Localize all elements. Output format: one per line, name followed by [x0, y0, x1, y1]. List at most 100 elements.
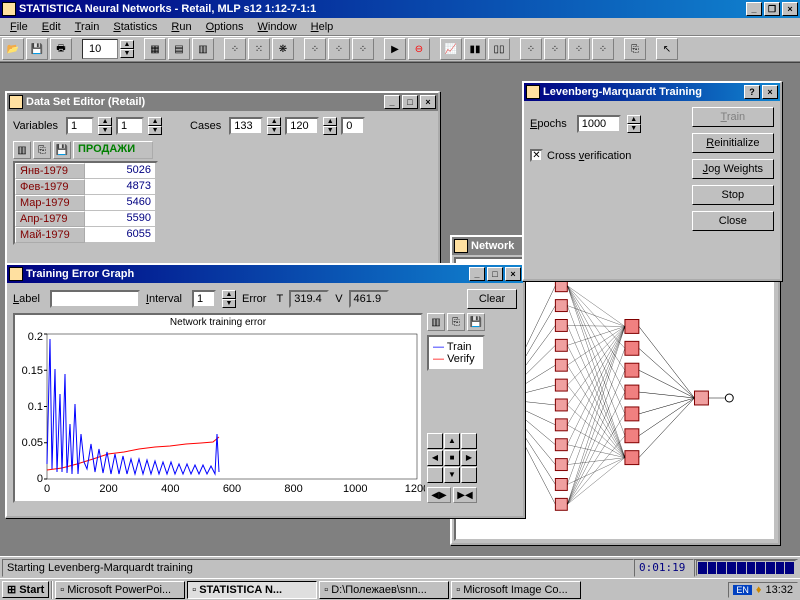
tool-save-icon[interactable]: 💾	[26, 38, 48, 60]
row-value[interactable]: 6055	[85, 227, 156, 243]
lm-close-button[interactable]: ×	[762, 85, 778, 99]
tg-max-button[interactable]: □	[487, 267, 503, 281]
reinitialize-button[interactable]: Reinitialize	[692, 133, 774, 153]
tg-min-button[interactable]: _	[469, 267, 485, 281]
tool-print-icon[interactable]: 🖶	[50, 38, 72, 60]
lm-training-window[interactable]: Levenberg-Marquardt Training ? × Epochs …	[522, 81, 782, 281]
cases1-field[interactable]: 133	[229, 117, 263, 135]
menu-edit[interactable]: Edit	[36, 20, 67, 34]
cases2-field[interactable]: 120	[285, 117, 319, 135]
dataset-close-button[interactable]: ×	[420, 95, 436, 109]
table-row[interactable]: Май-19796055	[15, 227, 156, 243]
tool-export-icon[interactable]: ⎘	[624, 38, 646, 60]
tool-nodes4-icon[interactable]: ⁘	[592, 38, 614, 60]
tool-bar-icon[interactable]: ▮▮	[464, 38, 486, 60]
tool-run-icon[interactable]: ▶	[384, 38, 406, 60]
menu-options[interactable]: Options	[200, 20, 250, 34]
interval-spinner[interactable]: ▲▼	[222, 290, 236, 308]
toolbar-spinner-field[interactable]: 10	[82, 39, 118, 59]
chart-tool1-icon[interactable]: ▥	[427, 313, 445, 331]
tool-open-icon[interactable]: 📂	[2, 38, 24, 60]
menu-train[interactable]: Train	[69, 20, 106, 34]
tool-line-icon[interactable]: 📈	[440, 38, 462, 60]
dataset-max-button[interactable]: □	[402, 95, 418, 109]
row-value[interactable]: 4873	[85, 179, 156, 195]
restore-button[interactable]: ❐	[764, 2, 780, 16]
tool-grid-icon[interactable]: ▦	[144, 38, 166, 60]
taskbar-item[interactable]: ▫Microsoft Image Co...	[451, 581, 581, 599]
close-button-lm[interactable]: Close	[692, 211, 774, 231]
lm-help-button[interactable]: ?	[744, 85, 760, 99]
training-graph-titlebar[interactable]: Training Error Graph _ □ ×	[7, 265, 523, 283]
tg-close-button[interactable]: ×	[505, 267, 521, 281]
tool-nodes1-icon[interactable]: ⁘	[520, 38, 542, 60]
tool-cluster3-icon[interactable]: ⁘	[352, 38, 374, 60]
chart-tool3-icon[interactable]: 💾	[467, 313, 485, 331]
interval-field[interactable]: 1	[192, 290, 216, 308]
clear-button[interactable]: Clear	[467, 289, 517, 309]
tool-net-icon[interactable]: ❋	[272, 38, 294, 60]
row-value[interactable]: 5026	[85, 163, 156, 179]
dataset-editor-window[interactable]: Data Set Editor (Retail) _ □ × Variables…	[5, 91, 440, 271]
tool-stop-icon[interactable]: ⊖	[408, 38, 430, 60]
grid-col-header[interactable]: ПРОДАЖИ	[73, 141, 153, 159]
tool-data-icon[interactable]: ▥	[192, 38, 214, 60]
dataset-titlebar[interactable]: Data Set Editor (Retail) _ □ ×	[7, 93, 438, 111]
label-field[interactable]	[50, 290, 140, 308]
table-row[interactable]: Янв-19795026	[15, 163, 156, 179]
jog-weights-button[interactable]: Jog Weights	[692, 159, 774, 179]
training-graph-window[interactable]: Training Error Graph _ □ × Label Interva…	[5, 263, 525, 518]
cases3-field[interactable]: 0	[341, 117, 365, 135]
cross-verify-checkbox[interactable]: ✕	[530, 149, 543, 162]
tool-hist-icon[interactable]: ▯▯	[488, 38, 510, 60]
stop-button[interactable]: Stop	[692, 185, 774, 205]
epochs-spinner[interactable]: ▲▼	[627, 115, 641, 133]
var1-spinner[interactable]: ▲▼	[98, 117, 112, 135]
var2-field[interactable]: 1	[116, 117, 144, 135]
epochs-field[interactable]: 1000	[577, 115, 621, 133]
menu-help[interactable]: Help	[305, 20, 340, 34]
menu-window[interactable]: Window	[252, 20, 303, 34]
taskbar-item[interactable]: ▫Microsoft PowerPoi...	[55, 581, 185, 599]
ds-tool3-icon[interactable]: 💾	[53, 141, 71, 159]
cases1-spinner[interactable]: ▲▼	[267, 117, 281, 135]
nav-pad[interactable]: ▲ ◀■▶ ▼	[427, 433, 485, 483]
close-button[interactable]: ×	[782, 2, 798, 16]
tool-cluster1-icon[interactable]: ⁘	[304, 38, 326, 60]
table-row[interactable]: Апр-19795590	[15, 211, 156, 227]
data-grid[interactable]: Янв-19795026Фев-19794873Мар-19795460Апр-…	[13, 161, 158, 245]
tool-scatter2-icon[interactable]: ⁙	[248, 38, 270, 60]
lm-titlebar[interactable]: Levenberg-Marquardt Training ? ×	[524, 83, 780, 101]
start-button[interactable]: ⊞ Start	[2, 581, 49, 598]
tool-pointer-icon[interactable]: ↖	[656, 38, 678, 60]
menu-statistics[interactable]: Statistics	[107, 20, 163, 34]
cases2-spinner[interactable]: ▲▼	[323, 117, 337, 135]
zoom-in-button[interactable]: ▶◀	[453, 487, 477, 503]
train-button[interactable]: Train	[692, 107, 774, 127]
tool-nodes3-icon[interactable]: ⁘	[568, 38, 590, 60]
lang-indicator[interactable]: EN	[733, 585, 752, 595]
tool-table-icon[interactable]: ▤	[168, 38, 190, 60]
minimize-button[interactable]: _	[746, 2, 762, 16]
zoom-out-button[interactable]: ◀▶	[427, 487, 451, 503]
tray-icon[interactable]: ♦	[756, 584, 762, 596]
row-value[interactable]: 5460	[85, 195, 156, 211]
taskbar-item[interactable]: ▫D:\Полежаев\snn...	[319, 581, 449, 599]
dataset-min-button[interactable]: _	[384, 95, 400, 109]
toolbar-spinner[interactable]: ▲▼	[120, 40, 134, 58]
row-value[interactable]: 5590	[85, 211, 156, 227]
menu-run[interactable]: Run	[165, 20, 197, 34]
tool-nodes2-icon[interactable]: ⁘	[544, 38, 566, 60]
table-row[interactable]: Мар-19795460	[15, 195, 156, 211]
menu-file[interactable]: File	[4, 20, 34, 34]
ds-tool1-icon[interactable]: ▥	[13, 141, 31, 159]
taskbar-item[interactable]: ▫STATISTICA N...	[187, 581, 317, 599]
tool-scatter1-icon[interactable]: ⁘	[224, 38, 246, 60]
table-row[interactable]: Фев-19794873	[15, 179, 156, 195]
var1-field[interactable]: 1	[66, 117, 94, 135]
tool-cluster2-icon[interactable]: ⁘	[328, 38, 350, 60]
chart-tool2-icon[interactable]: ⎘	[447, 313, 465, 331]
ds-tool2-icon[interactable]: ⎘	[33, 141, 51, 159]
var2-spinner[interactable]: ▲▼	[148, 117, 162, 135]
system-tray[interactable]: EN ♦ 13:32	[728, 582, 798, 598]
